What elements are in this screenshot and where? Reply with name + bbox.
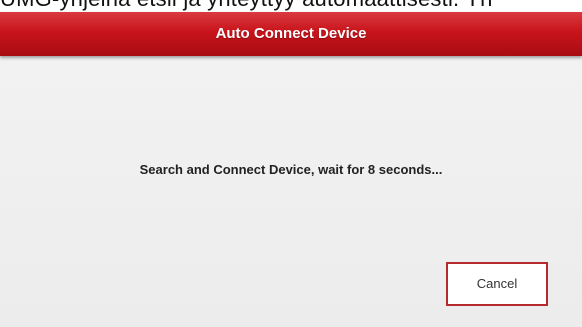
dialog-titlebar: Auto Connect Device (0, 12, 582, 56)
cancel-button[interactable]: Cancel (446, 262, 548, 306)
screen: UMG-yhjeinä etsii ja yhteyttyy automaatt… (0, 0, 582, 327)
auto-connect-dialog: Auto Connect Device Search and Connect D… (0, 12, 582, 327)
status-message: Search and Connect Device, wait for 8 se… (139, 162, 443, 177)
dialog-title: Auto Connect Device (215, 25, 367, 42)
cropped-caption-text: UMG-yhjeinä etsii ja yhteyttyy automaatt… (0, 0, 582, 12)
